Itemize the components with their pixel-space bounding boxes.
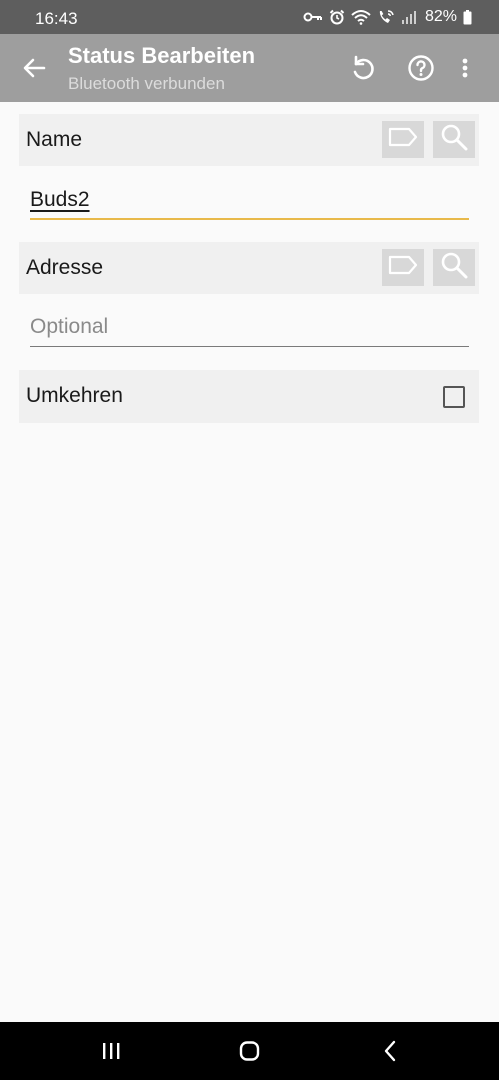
status-bar: 16:43 82% bbox=[0, 0, 499, 34]
help-icon[interactable] bbox=[405, 52, 437, 84]
search-icon bbox=[440, 251, 468, 284]
invert-row[interactable]: Umkehren bbox=[19, 370, 479, 423]
address-variable-button[interactable] bbox=[382, 249, 424, 286]
address-field[interactable] bbox=[30, 307, 469, 347]
name-input[interactable] bbox=[30, 180, 469, 220]
label-tag-icon bbox=[388, 255, 418, 280]
name-search-button[interactable] bbox=[433, 121, 475, 158]
alarm-icon bbox=[329, 9, 345, 25]
address-search-button[interactable] bbox=[433, 249, 475, 286]
wifi-icon bbox=[351, 9, 371, 25]
invert-label: Umkehren bbox=[26, 384, 123, 407]
undo-icon[interactable] bbox=[347, 52, 379, 84]
more-vert-icon[interactable] bbox=[457, 52, 473, 84]
label-tag-icon bbox=[388, 127, 418, 152]
system-nav-bar bbox=[0, 1022, 499, 1080]
back-arrow-icon[interactable] bbox=[20, 54, 48, 82]
app-bar: Status Bearbeiten Bluetooth verbunden bbox=[0, 34, 499, 102]
wifi-calling-icon bbox=[377, 9, 395, 25]
page-subtitle: Bluetooth verbunden bbox=[68, 74, 225, 93]
home-icon[interactable] bbox=[236, 1039, 264, 1063]
search-icon bbox=[440, 123, 468, 156]
address-input[interactable] bbox=[30, 307, 469, 347]
signal-icon bbox=[401, 10, 417, 24]
status-icons: 82% bbox=[303, 8, 472, 26]
address-row: Adresse bbox=[19, 242, 479, 294]
invert-checkbox[interactable] bbox=[443, 386, 465, 408]
recents-icon[interactable] bbox=[97, 1039, 125, 1063]
status-time: 16:43 bbox=[35, 9, 78, 28]
name-label: Name bbox=[26, 128, 83, 151]
battery-percentage: 82% bbox=[424, 8, 457, 25]
battery-icon bbox=[463, 9, 472, 25]
back-icon[interactable] bbox=[376, 1039, 404, 1063]
name-field-underline bbox=[30, 218, 469, 220]
name-field[interactable] bbox=[30, 180, 469, 220]
address-label: Adresse bbox=[26, 256, 104, 279]
name-row: Name bbox=[19, 114, 479, 166]
page-title: Status Bearbeiten bbox=[68, 43, 256, 68]
key-icon bbox=[303, 10, 323, 24]
address-field-underline bbox=[30, 345, 469, 347]
name-variable-button[interactable] bbox=[382, 121, 424, 158]
